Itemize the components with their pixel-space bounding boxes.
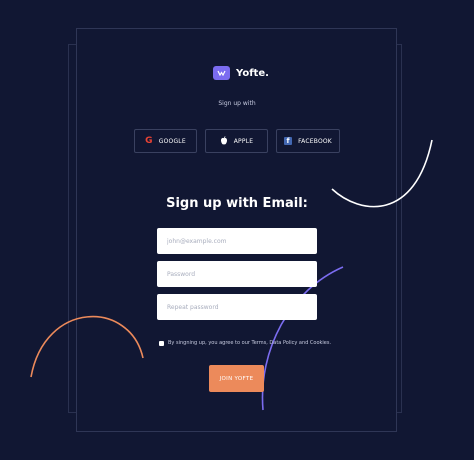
apple-icon xyxy=(220,135,228,147)
password-field[interactable] xyxy=(157,261,317,287)
apple-label: APPLE xyxy=(233,137,254,145)
logo-icon xyxy=(213,66,230,80)
consent-checkbox[interactable] xyxy=(159,340,164,346)
brand-logo[interactable]: Yofte. xyxy=(213,66,269,80)
google-signup-button[interactable]: G GOOGLE xyxy=(134,129,197,153)
signup-with-label: Sign up with xyxy=(218,100,256,107)
facebook-label: FACEBOOK xyxy=(298,137,332,145)
email-field[interactable] xyxy=(157,228,317,254)
facebook-icon: f xyxy=(284,137,293,145)
repeat-password-field[interactable] xyxy=(157,294,317,320)
apple-signup-button[interactable]: APPLE xyxy=(205,129,268,153)
facebook-signup-button[interactable]: f FACEBOOK xyxy=(276,129,340,153)
google-icon: G xyxy=(145,136,153,146)
google-label: GOOGLE xyxy=(158,137,186,145)
brand-name: Yofte. xyxy=(236,67,269,79)
join-button[interactable]: JOIN YOFTE xyxy=(209,365,264,392)
consent-text: By singning up, you agree to our Terms, … xyxy=(168,340,332,346)
consent-row: By singning up, you agree to our Terms, … xyxy=(159,340,331,346)
email-signup-heading: Sign up with Email: xyxy=(166,196,308,211)
